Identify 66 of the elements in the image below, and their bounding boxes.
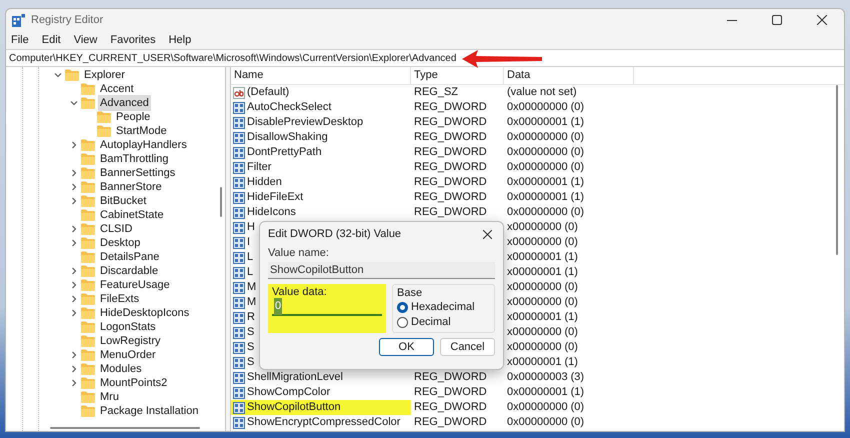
value-data: x00000000 (0) — [507, 221, 578, 234]
value-name: S — [247, 325, 254, 340]
value-data: x00000000 (0) — [507, 236, 578, 248]
value-name: ShellMigrationLevel — [247, 370, 343, 386]
value-data: 0x00000001 (1) — [507, 176, 584, 188]
value-type: REG_DWORD — [414, 191, 487, 204]
value-name: (Default) — [247, 85, 290, 100]
value-name: S — [247, 355, 254, 370]
value-name: DontPrettyPath — [247, 145, 322, 160]
value-type: REG_DWORD — [414, 401, 487, 414]
value-data: 0x00000000 (0) — [507, 131, 584, 144]
value-data: x00000000 (0) — [507, 296, 578, 308]
value-type: REG_DWORD — [414, 101, 487, 114]
value-name: DisablePreviewDesktop — [247, 115, 364, 130]
field-label: Value data: — [272, 286, 328, 299]
value-type: REG_DWORD — [414, 416, 487, 428]
field-label: Value name: — [268, 247, 330, 260]
value-data: x00000000 (0) — [507, 326, 578, 338]
value-data: 0x00000000 (0) — [507, 206, 584, 218]
value-data: x00000000 (0) — [507, 281, 578, 294]
value-name: ShowEncryptCompressedColor — [247, 415, 400, 430]
value-data: 0x00000000 (0) — [507, 416, 584, 428]
value-data: x00000001 (1) — [507, 311, 578, 324]
value-data: 0x00000000 (0) — [507, 101, 584, 114]
value-data: x00000000 (0) — [507, 341, 578, 354]
radio-label: Hexadecimal — [411, 300, 475, 316]
value-name: Hidden — [247, 175, 282, 190]
dialog-title: Edit DWORD (32-bit) Value — [268, 226, 402, 242]
value-name: S — [247, 340, 254, 356]
value-data: 0x00000001 (1) — [507, 191, 584, 204]
value-data: x00000001 (1) — [507, 266, 578, 278]
value-type: REG_DWORD — [414, 146, 487, 158]
value-name: L — [247, 265, 254, 280]
value-name: L — [247, 250, 254, 266]
group-label: Base — [397, 287, 424, 300]
value-type: REG_DWORD — [414, 386, 487, 398]
value-type: REG_DWORD — [414, 176, 487, 188]
radio-label: Decimal — [411, 315, 451, 330]
value-name: M — [247, 280, 256, 296]
value-name: HideIcons — [247, 205, 296, 220]
value-name: ShowCompColor — [247, 385, 330, 400]
value-data: 0x00000000 (0) — [507, 146, 584, 158]
value-name: DisallowShaking — [247, 130, 328, 146]
value-data: 0x00000000 (0) — [507, 161, 584, 174]
value-data: x00000001 (1) — [507, 251, 578, 264]
value-type: REG_DWORD — [414, 161, 487, 174]
value-name: M — [247, 295, 256, 310]
value-data: 0x00000001 (1) — [507, 386, 584, 398]
value-name: H — [247, 220, 255, 236]
value-name: ShowCopilotButton — [247, 400, 341, 416]
value-type: REG_DWORD — [414, 116, 487, 128]
value-type: REG_DWORD — [414, 371, 487, 384]
value-name: I — [247, 235, 250, 250]
value-type: REG_DWORD — [414, 131, 487, 144]
value-name: HideFileExt — [247, 190, 304, 206]
value-name: R — [247, 310, 255, 326]
value-type: REG_DWORD — [414, 206, 487, 218]
window-title: Registry Editor — [31, 12, 104, 28]
value-data: 0x00000003 (3) — [507, 371, 584, 384]
value-name: AutoCheckSelect — [247, 100, 332, 116]
value-data: 0x00000000 (0) — [507, 401, 584, 414]
value-name: Filter — [247, 160, 272, 176]
value-data: x00000001 (1) — [507, 356, 578, 368]
value-data: (value not set) — [507, 86, 577, 98]
value-data: 0x00000001 (1) — [507, 116, 584, 128]
value-type: REG_SZ — [414, 86, 458, 98]
